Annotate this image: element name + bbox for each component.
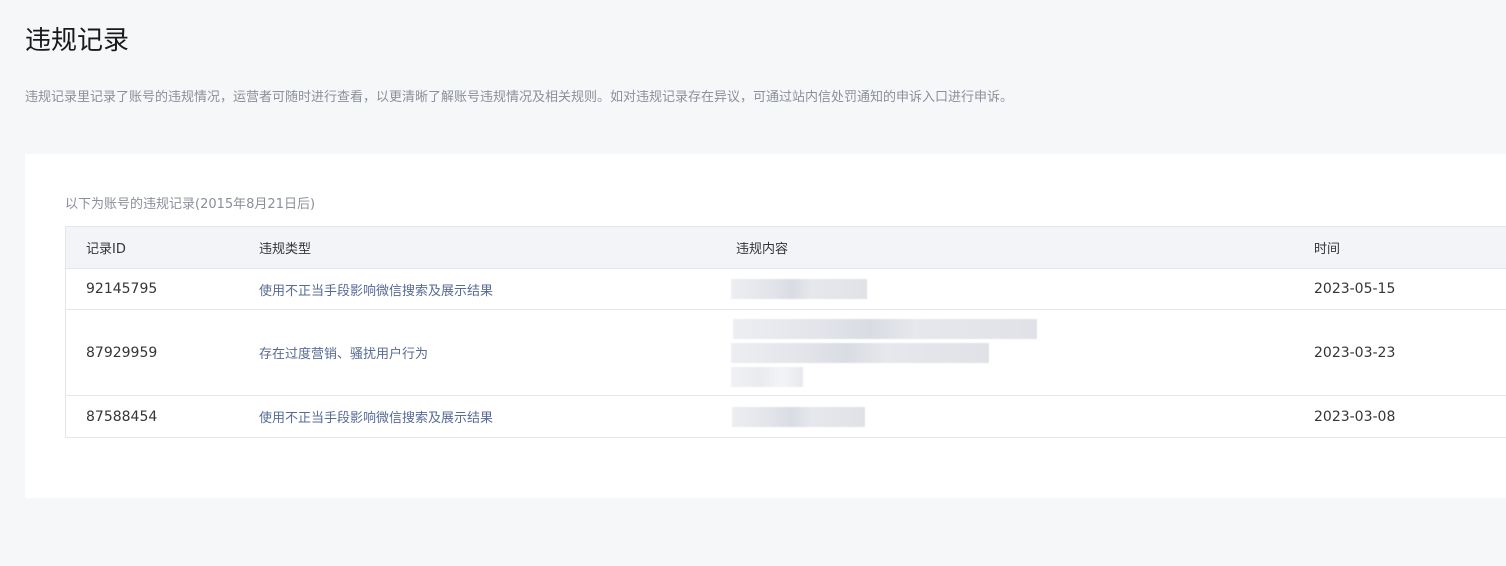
page-title: 违规记录 <box>25 26 130 56</box>
violation-type-link[interactable]: 使用不正当手段影响微信搜索及展示结果 <box>259 269 493 309</box>
redacted-block <box>732 406 865 427</box>
page-description: 违规记录里记录了账号的违规情况，运营者可随时进行查看，以更清晰了解账号违规情况及… <box>25 90 1014 105</box>
column-header-time: 时间 <box>1314 242 1341 257</box>
record-time: 2023-03-08 <box>1314 408 1396 425</box>
violation-records-card: 以下为账号的违规记录(2015年8月21日后) 记录ID 违规类型 违规内容 时… <box>25 154 1506 498</box>
record-id: 87929959 <box>86 344 158 361</box>
table-row: 87588454 使用不正当手段影响微信搜索及展示结果 2023-03-08 <box>66 396 1506 438</box>
column-header-id: 记录ID <box>86 242 126 257</box>
table-row: 92145795 使用不正当手段影响微信搜索及展示结果 2023-05-15 <box>66 269 1506 310</box>
record-id: 92145795 <box>86 281 158 297</box>
table-header-row: 记录ID 违规类型 违规内容 时间 <box>66 227 1506 269</box>
violation-type-link[interactable]: 使用不正当手段影响微信搜索及展示结果 <box>259 396 493 437</box>
table-row: 87929959 存在过度营销、骚扰用户行为 2023-03-23 <box>66 310 1506 396</box>
redacted-block <box>731 279 867 299</box>
redacted-content <box>731 396 865 437</box>
redacted-block <box>731 342 989 363</box>
redacted-block <box>731 366 803 387</box>
record-time: 2023-03-23 <box>1314 344 1396 361</box>
violation-records-table: 记录ID 违规类型 违规内容 时间 92145795 使用不正当手段影响微信搜索… <box>65 226 1506 438</box>
violation-type-link[interactable]: 存在过度营销、骚扰用户行为 <box>259 310 428 395</box>
redacted-content <box>731 269 867 309</box>
redacted-content <box>731 310 1037 395</box>
record-id: 87588454 <box>86 408 158 425</box>
records-caption: 以下为账号的违规记录(2015年8月21日后) <box>65 197 316 212</box>
column-header-content: 违规内容 <box>736 242 789 257</box>
redacted-block <box>733 318 1037 339</box>
column-header-type: 违规类型 <box>259 242 312 257</box>
record-time: 2023-05-15 <box>1314 281 1396 297</box>
